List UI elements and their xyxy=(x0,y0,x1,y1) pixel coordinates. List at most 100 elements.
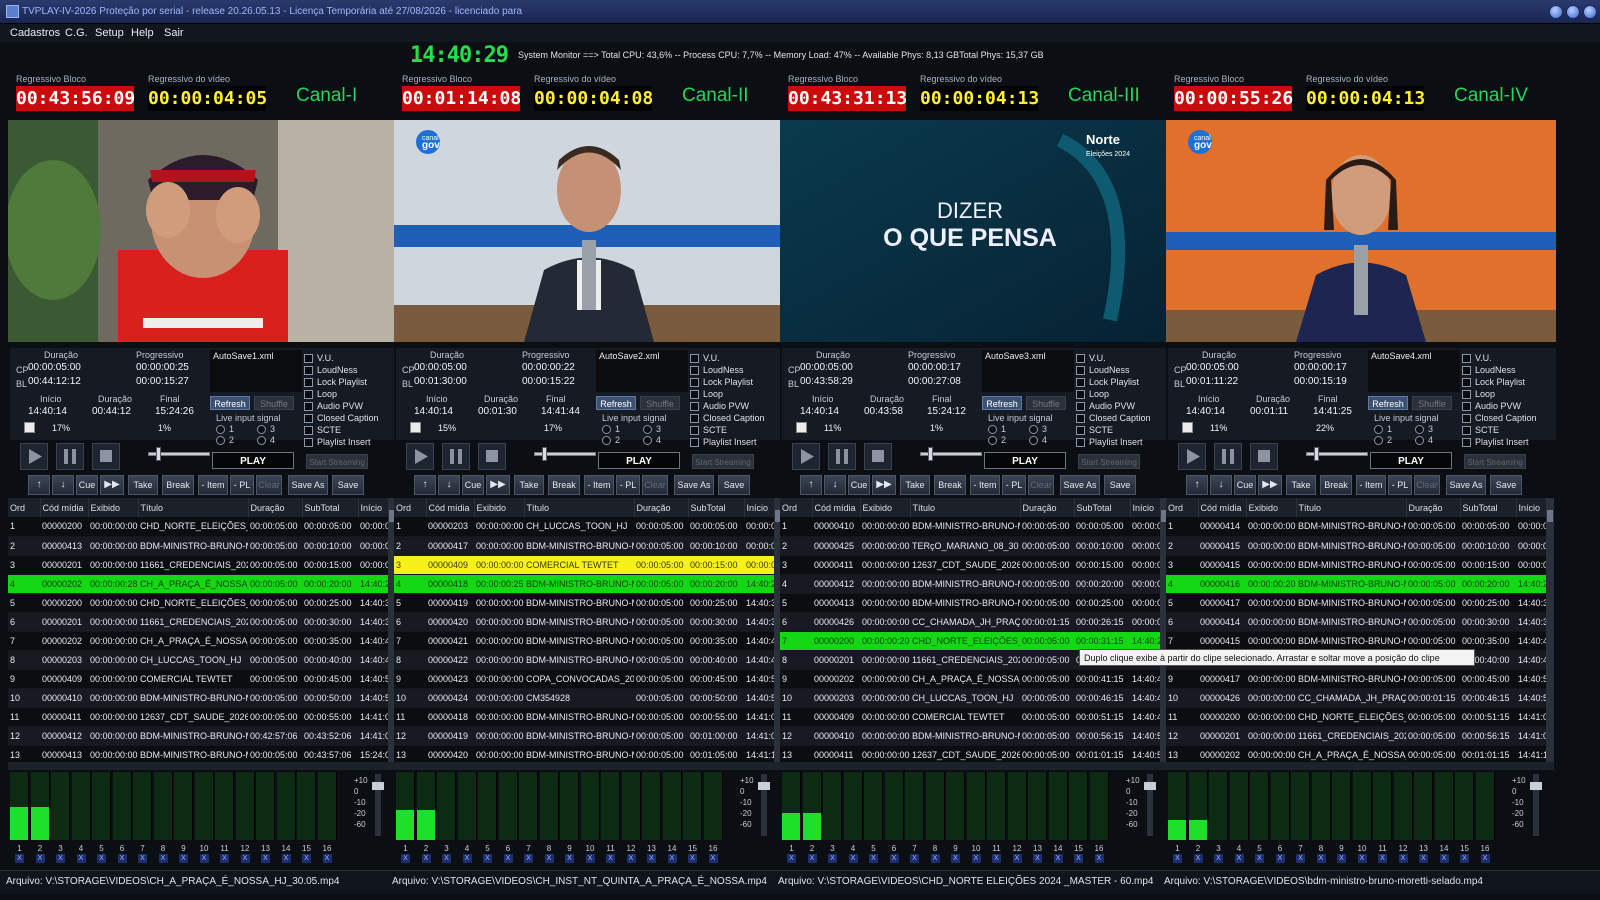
live-input-radio-3[interactable] xyxy=(257,425,266,434)
table-row[interactable]: 9 00000423 00:00:00:00 COPA_CONVOCADAS_2026… xyxy=(394,669,778,689)
column-header[interactable]: SubTotal xyxy=(1074,498,1131,517)
minimize-button[interactable] xyxy=(1549,5,1563,19)
table-row[interactable]: 70000041500:00:00:00BDM-MINISTRO-BRUNO-M… xyxy=(1166,631,1550,651)
live-input-radio-2[interactable] xyxy=(602,436,611,445)
mute-toggle-icon[interactable]: X xyxy=(565,854,574,863)
take-button[interactable]: Take xyxy=(900,475,930,495)
cue-button[interactable]: Cue xyxy=(462,475,484,495)
checkbox-2[interactable] xyxy=(1076,378,1085,387)
column-header[interactable]: Ord xyxy=(394,498,427,517)
mute-toggle-icon[interactable]: X xyxy=(1439,854,1449,863)
close-button[interactable] xyxy=(1583,5,1597,19)
column-header[interactable]: SubTotal xyxy=(302,498,359,517)
remove-playlist-button[interactable]: - PL xyxy=(616,475,640,495)
checkbox-2[interactable] xyxy=(1462,378,1471,387)
mute-toggle-icon[interactable]: X xyxy=(281,854,291,863)
table-row[interactable]: 40000041600:00:00:20BDM-MINISTRO-BRUNO-M… xyxy=(1166,574,1550,594)
mute-toggle-icon[interactable]: X xyxy=(158,854,168,863)
mute-toggle-icon[interactable]: X xyxy=(1337,854,1346,863)
play-text-button[interactable]: PLAY xyxy=(1370,452,1452,469)
checkbox-4[interactable] xyxy=(1076,402,1085,411)
table-row[interactable]: 12 00000419 00:00:00:00 BDM-MINISTRO-BRUNO-… xyxy=(394,726,778,746)
checkbox-5[interactable] xyxy=(304,414,313,423)
table-row[interactable]: 20000041500:00:00:00BDM-MINISTRO-BRUNO-M… xyxy=(1166,536,1550,556)
live-input-radio-4[interactable] xyxy=(257,436,266,445)
save-button[interactable]: Save xyxy=(332,475,364,495)
checkbox-3[interactable] xyxy=(1462,390,1471,399)
mute-toggle-icon[interactable]: X xyxy=(322,854,332,863)
move-down-button[interactable]: ↓ xyxy=(52,475,74,495)
mute-toggle-icon[interactable]: X xyxy=(1193,854,1203,863)
table-row[interactable]: 13 00000413 00:00:00:00 BDM-MINISTRO-BRUNO-… xyxy=(8,745,392,762)
fast-forward-button[interactable]: ▶▶ xyxy=(100,475,124,495)
table-row[interactable]: 60000042000:00:00:00BDM-MINISTRO-BRUNO-M… xyxy=(394,612,778,632)
move-up-button[interactable]: ↑ xyxy=(1186,475,1208,495)
mute-toggle-icon[interactable]: X xyxy=(442,854,451,863)
mute-toggle-icon[interactable]: X xyxy=(606,854,615,863)
mute-toggle-icon[interactable]: X xyxy=(910,854,919,863)
table-row[interactable]: 11 00000409 00:00:00:00 COMERCIAL TEWTET 00:… xyxy=(780,707,1164,727)
table-row[interactable]: 10 00000410 00:00:00:00 BDM-MINISTRO-BRUNO-… xyxy=(8,688,392,708)
mute-toggle-icon[interactable]: X xyxy=(1316,854,1326,863)
column-header[interactable]: Duração xyxy=(1406,498,1461,517)
mute-toggle-icon[interactable]: X xyxy=(199,854,209,863)
mute-toggle-icon[interactable]: X xyxy=(688,854,697,863)
column-header[interactable]: Exibido xyxy=(1246,498,1297,517)
table-row[interactable]: 12 00000201 00:00:00:00 11661_CREDENCIAIS_2… xyxy=(1166,726,1550,746)
menu-sair[interactable]: Sair xyxy=(164,27,184,39)
table-row[interactable]: 50000041900:00:00:00BDM-MINISTRO-BRUNO-M… xyxy=(394,593,778,613)
table-row[interactable]: 9 00000409 00:00:00:00 COMERCIAL TEWTET 00:0… xyxy=(8,669,392,689)
move-up-button[interactable]: ↑ xyxy=(28,475,50,495)
table-row[interactable]: 50000020000:00:00:00CHD_NORTE_ELEIÇÕES_2… xyxy=(8,593,392,613)
table-row[interactable]: 50000041700:00:00:00BDM-MINISTRO-BRUNO-M… xyxy=(1166,593,1550,613)
playlist-hscroll[interactable] xyxy=(1166,762,1554,770)
progress-check-1[interactable] xyxy=(1182,422,1193,433)
mute-toggle-icon[interactable]: X xyxy=(179,854,188,863)
mute-toggle-icon[interactable]: X xyxy=(1398,854,1408,863)
shuffle-button[interactable]: Shuffle xyxy=(640,396,680,410)
break-button[interactable]: Break xyxy=(162,475,194,495)
mute-toggle-icon[interactable]: X xyxy=(544,854,554,863)
progress-check-1[interactable] xyxy=(410,422,421,433)
table-row[interactable]: 110000020000:00:00:00CHD_NORTE_ELEIÇÕES_… xyxy=(1166,707,1550,727)
mute-toggle-icon[interactable]: X xyxy=(1234,854,1244,863)
move-up-button[interactable]: ↑ xyxy=(800,475,822,495)
live-input-radio-2[interactable] xyxy=(216,436,225,445)
column-header[interactable]: Título xyxy=(910,498,1021,517)
live-input-radio-1[interactable] xyxy=(602,425,611,434)
column-header[interactable]: Cód mídia xyxy=(40,498,89,517)
pause-button[interactable] xyxy=(1214,443,1242,470)
column-header[interactable]: Ord xyxy=(8,498,41,517)
checkbox-1[interactable] xyxy=(690,366,699,375)
checkbox-3[interactable] xyxy=(690,390,699,399)
column-header[interactable]: Duração xyxy=(1020,498,1075,517)
table-row[interactable]: 13 00000420 00:00:00:00 BDM-MINISTRO-BRUNO-… xyxy=(394,745,778,762)
save-as-button[interactable]: Save As xyxy=(674,475,714,495)
refresh-button[interactable]: Refresh xyxy=(982,396,1022,410)
table-row[interactable]: 10 00000426 00:00:00:00 CC_CHAMADA_JH_PRAÇA… xyxy=(1166,688,1550,708)
mute-toggle-icon[interactable]: X xyxy=(138,854,147,863)
progress-check-1[interactable] xyxy=(796,422,807,433)
table-row[interactable]: 130000020200:00:00:00CH_A_PRAÇA_É_NOSSA_… xyxy=(1166,745,1550,762)
column-header[interactable]: Início xyxy=(1130,498,1165,517)
mute-toggle-icon[interactable]: X xyxy=(76,854,86,863)
live-input-radio-1[interactable] xyxy=(216,425,225,434)
column-header[interactable]: Início xyxy=(1516,498,1551,517)
mute-toggle-icon[interactable]: X xyxy=(462,854,472,863)
cue-button[interactable]: Cue xyxy=(76,475,98,495)
mute-toggle-icon[interactable]: X xyxy=(35,854,45,863)
column-header[interactable]: Cód mídia xyxy=(812,498,861,517)
column-header[interactable]: SubTotal xyxy=(1460,498,1517,517)
live-input-radio-4[interactable] xyxy=(643,436,652,445)
mute-toggle-icon[interactable]: X xyxy=(483,854,492,863)
mute-toggle-icon[interactable]: X xyxy=(401,854,410,863)
volume-slider-thumb[interactable] xyxy=(542,447,547,461)
fast-forward-button[interactable]: ▶▶ xyxy=(872,475,896,495)
mute-toggle-icon[interactable]: X xyxy=(647,854,656,863)
table-row[interactable]: 10 00000424 00:00:00:00 CM354928 00:00:05:00… xyxy=(394,688,778,708)
checkbox-6[interactable] xyxy=(1462,426,1471,435)
remove-item-button[interactable]: - Item xyxy=(198,475,228,495)
live-input-radio-3[interactable] xyxy=(1415,425,1424,434)
refresh-button[interactable]: Refresh xyxy=(1368,396,1408,410)
checkbox-5[interactable] xyxy=(1076,414,1085,423)
